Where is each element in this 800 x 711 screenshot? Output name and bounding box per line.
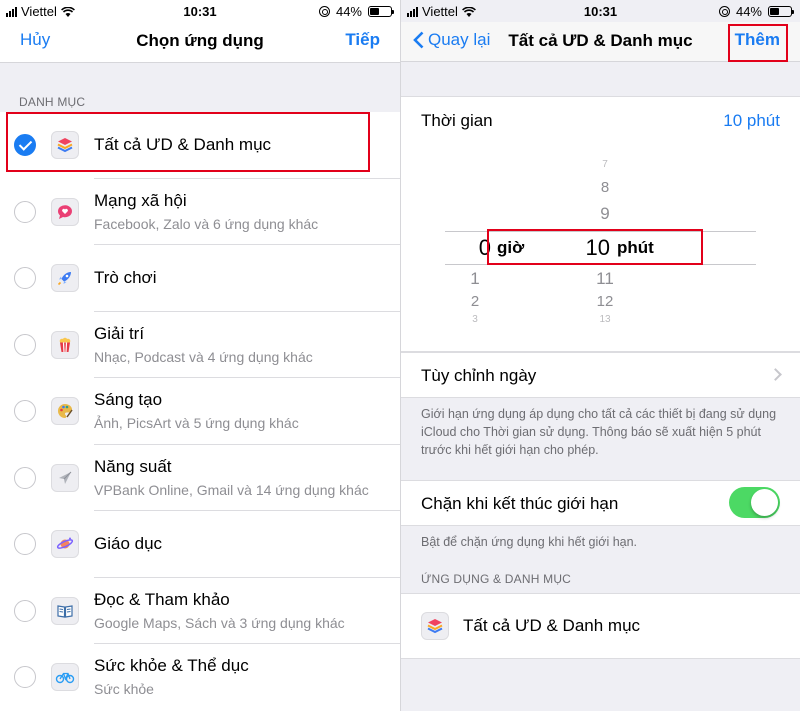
chat-bubble-heart-icon [51,197,79,226]
category-name: Đọc & Tham khảo [94,589,230,609]
status-bar: Viettel 10:31 44% [0,0,400,22]
category-row-creativity[interactable]: Sáng tạo Ảnh, PicsArt và 5 ứng dụng khác [0,378,400,445]
category-row-games[interactable]: Trò chơi [0,245,400,312]
hour-selected[interactable]: 0 [463,235,491,261]
status-right: 44% [318,4,394,19]
category-apps: Google Maps, Sách và 3 ứng dụng khác [94,614,345,631]
choose-apps-screen: Viettel 10:31 44% Hủy Chọn ứng dụng Tiếp… [0,0,400,711]
minute-option[interactable]: 12 [555,293,655,310]
radio-button[interactable] [14,200,36,223]
stack-layers-icon [421,612,449,640]
orientation-lock-icon [718,6,730,17]
status-right: 44% [718,4,794,19]
radio-button[interactable] [14,267,36,290]
battery-percent: 44% [735,4,762,19]
category-name: Giải trí [94,323,145,343]
planet-icon [51,530,79,559]
category-row-reference[interactable]: Đọc & Tham khảo Google Maps, Sách và 3 ứ… [0,577,400,644]
category-name: Tất cả ƯD & Danh mục [94,135,272,155]
block-at-end-row: Chặn khi kết thúc giới hạn [401,480,800,526]
category-apps: Sức khỏe [94,681,154,697]
bicycle-icon [51,663,79,692]
time-limit-card: Thời gian 10 phút 7 8 9 0 giờ 10 phút 1 … [401,96,800,352]
battery-percent: 44% [335,4,362,19]
spacer [0,62,400,90]
radio-button[interactable] [14,400,36,423]
radio-button[interactable] [14,333,36,356]
time-value[interactable]: 10 phút [723,111,780,131]
block-toggle[interactable] [729,487,780,518]
category-name: Sáng tạo [94,390,163,409]
palette-icon [51,397,79,426]
book-icon [51,596,79,625]
category-name: Sức khỏe & Thể dục [94,656,249,675]
category-name: Trò chơi [94,268,157,288]
rocket-icon [51,264,79,293]
hour-option[interactable]: 3 [465,314,485,325]
toggle-knob [751,489,778,516]
hour-unit: giờ [497,238,525,257]
category-row-all[interactable]: Tất cả ƯD & Danh mục [0,112,400,179]
category-name: Mạng xã hội [94,190,187,210]
page-title: Chọn ứng dụng [136,31,264,50]
category-name: Năng suất [94,456,172,476]
limit-note: Giới hạn ứng dụng áp dụng cho tất cả các… [421,407,777,457]
block-label: Chặn khi kết thúc giới hạn [421,494,619,513]
battery-icon [368,6,394,17]
category-row-education[interactable]: Giáo dục [0,511,400,578]
navigation-bar: Hủy Chọn ứng dụng Tiếp [0,22,400,62]
section-header: DANH MỤC [0,90,400,112]
radio-button[interactable] [14,533,36,556]
custom-days-label: Tùy chỉnh ngày [421,366,537,385]
category-row-entertainment[interactable]: Giải trí Nhạc, Podcast và 4 ứng dụng khá… [0,311,400,378]
selected-apps-row[interactable]: Tất cả ƯD & Danh mục [401,593,800,659]
minute-option[interactable]: 13 [555,314,655,325]
time-label: Thời gian [421,111,493,130]
minute-option[interactable]: 7 [555,159,655,170]
minute-option[interactable]: 9 [555,204,655,224]
block-note: Bật để chặn ứng dụng khi hết giới hạn. [421,535,638,549]
selected-apps-label: Tất cả ƯD & Danh mục [463,616,641,635]
category-row-social[interactable]: Mạng xã hội Facebook, Zalo và 6 ứng dụng… [0,178,400,245]
category-apps: VPBank Online, Gmail và 14 ứng dụng khác [94,481,369,498]
add-button[interactable]: Thêm [735,30,780,50]
checkmark-icon[interactable] [14,134,36,157]
custom-days-row[interactable]: Tùy chỉnh ngày [401,352,800,398]
category-row-health[interactable]: Sức khỏe & Thể dục Sức khỏe [0,644,400,711]
category-list: Tất cả ƯD & Danh mục Mạng xã hội Faceboo… [0,112,400,711]
hour-option[interactable]: 2 [465,293,485,310]
time-limit-screen: Viettel 10:31 44% Quay lại Tất cả ƯD & D… [400,0,800,711]
orientation-lock-icon [318,6,330,17]
chevron-right-icon [769,368,782,381]
radio-button[interactable] [14,466,36,489]
category-name: Giáo dục [94,534,163,554]
stack-layers-icon [51,131,79,160]
next-button[interactable]: Tiếp [345,30,380,50]
category-row-productivity[interactable]: Năng suất VPBank Online, Gmail và 14 ứng… [0,444,400,511]
minute-option[interactable]: 11 [555,269,655,289]
popcorn-icon [51,330,79,359]
radio-button[interactable] [14,599,36,622]
category-apps: Ảnh, PicsArt và 5 ứng dụng khác [94,415,299,431]
hour-option[interactable]: 1 [465,269,485,289]
radio-button[interactable] [14,666,36,689]
category-apps: Facebook, Zalo và 6 ứng dụng khác [94,215,319,232]
minute-option[interactable]: 8 [555,179,655,196]
minute-unit: phút [617,238,654,257]
navigation-bar: Quay lại Tất cả ƯD & Danh mục Thêm [401,22,800,62]
battery-icon [768,6,794,17]
minute-selected[interactable]: 10 [560,235,610,261]
duration-picker[interactable]: 7 8 9 0 giờ 10 phút 1 2 3 11 12 13 [445,157,756,332]
status-bar: Viettel 10:31 44% [401,0,800,22]
apps-section-header: ỨNG DỤNG & DANH MỤC [421,572,572,586]
paper-plane-icon [51,463,79,492]
category-apps: Nhạc, Podcast và 4 ứng dụng khác [94,348,313,365]
